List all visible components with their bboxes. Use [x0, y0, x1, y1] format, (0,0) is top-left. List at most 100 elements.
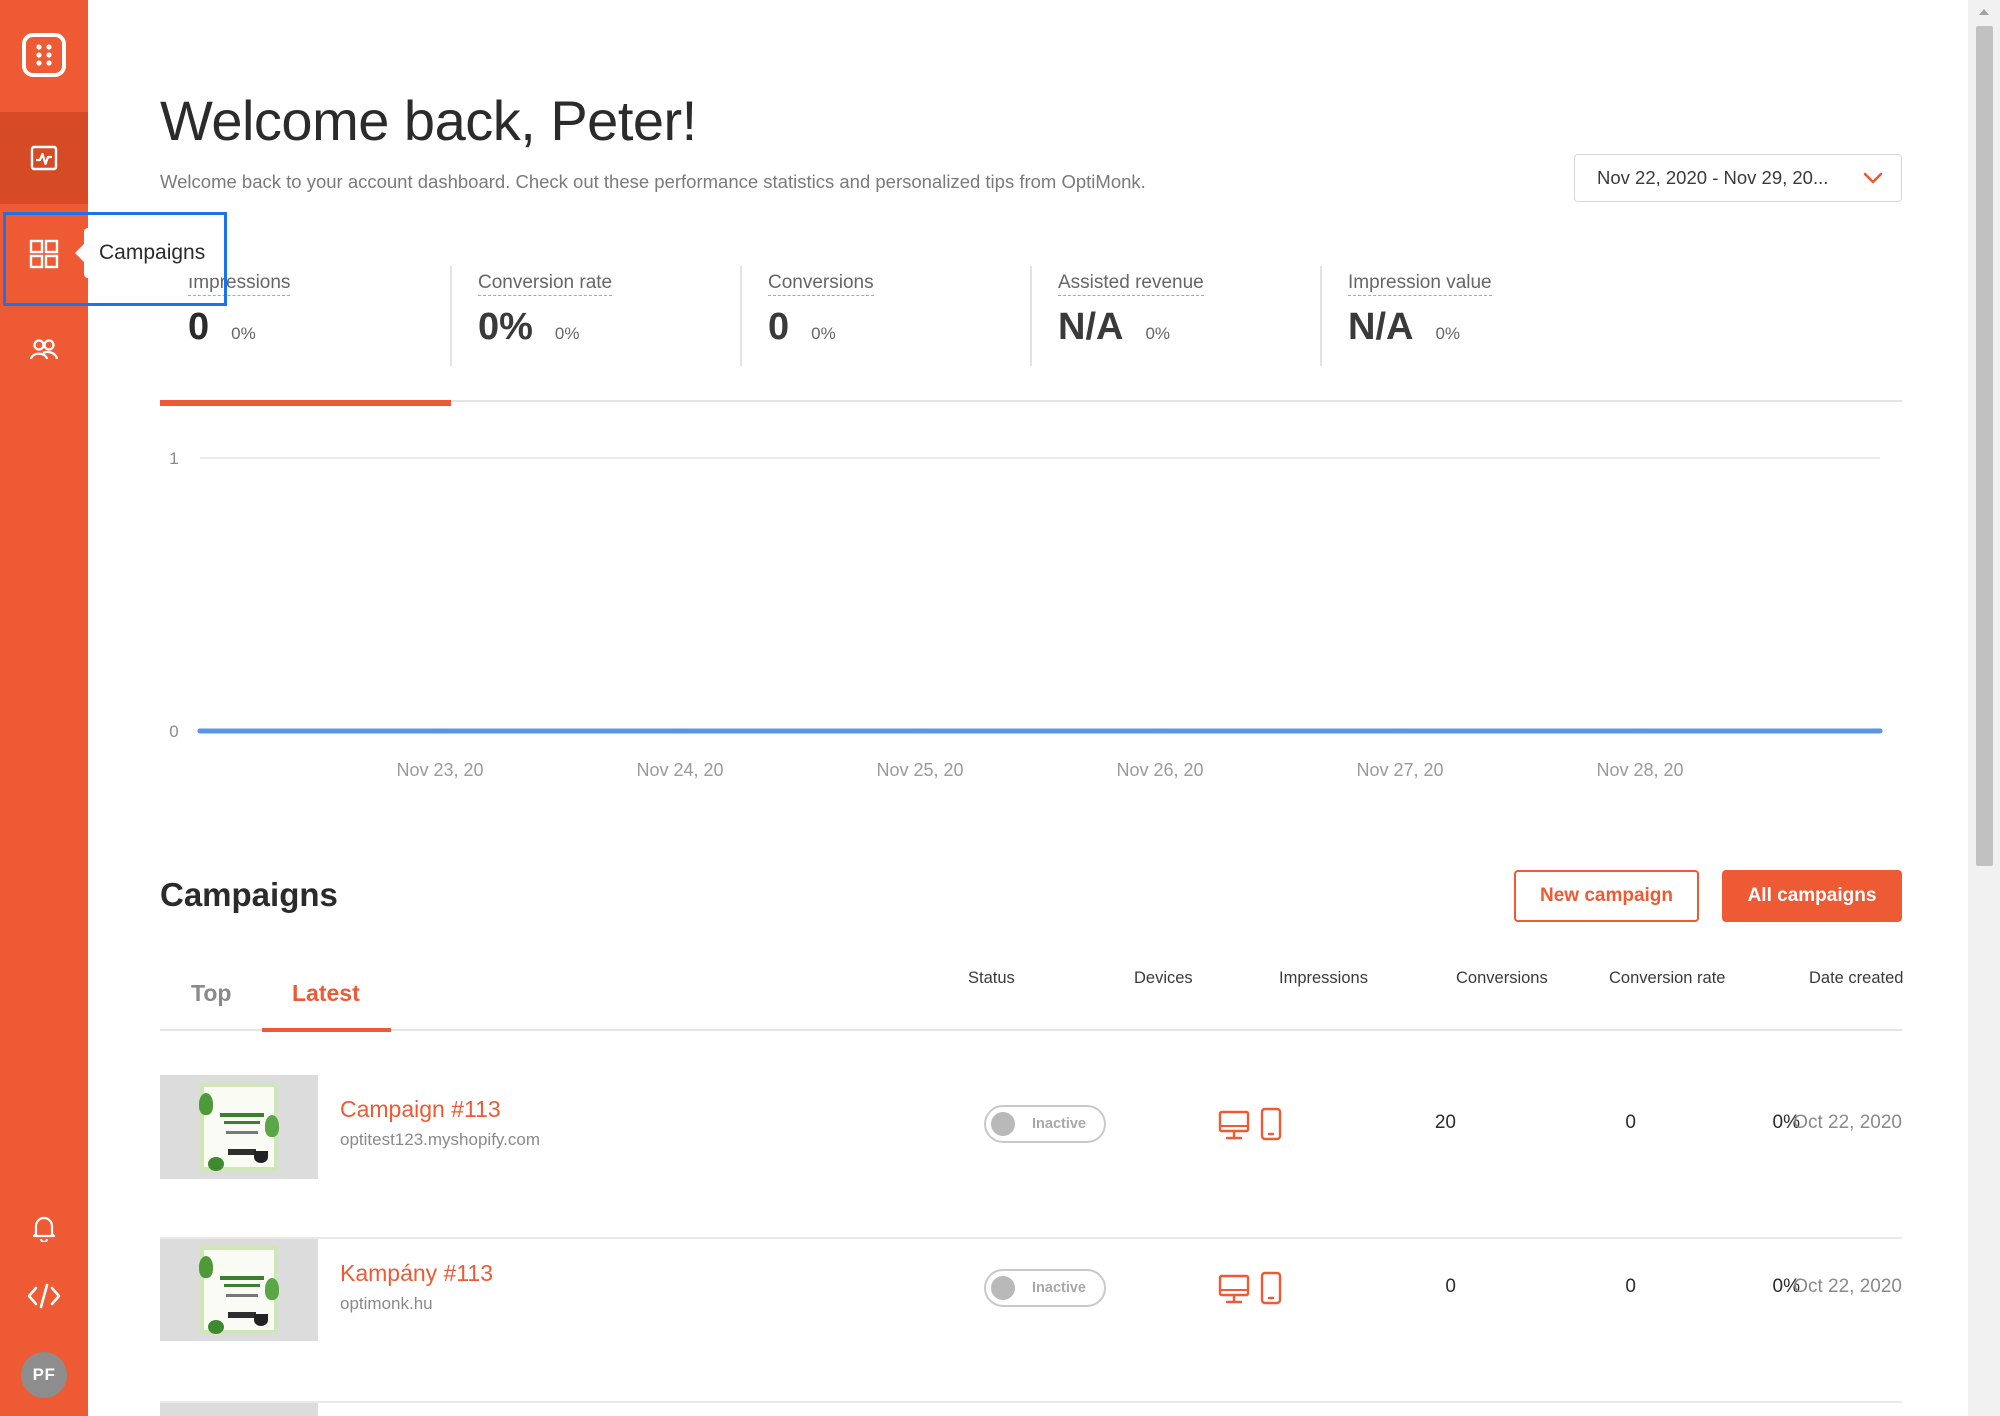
tab-latest[interactable]: Latest: [292, 980, 360, 1007]
campaign-thumbnail[interactable]: [160, 1075, 318, 1179]
optimonk-logo-icon[interactable]: [0, 0, 88, 110]
campaign-domain: optimonk.hu: [340, 1294, 433, 1313]
metric-change: 0%: [231, 324, 256, 343]
campaign-name-link[interactable]: Kampány #113: [340, 1260, 493, 1287]
scrollbar-thumb[interactable]: [1976, 26, 1993, 866]
popup-preview-image: [199, 1083, 279, 1171]
popup-preview-image: [199, 1246, 279, 1334]
metric-label: Conversion rate: [478, 272, 613, 296]
status-toggle[interactable]: Inactive: [984, 1269, 1106, 1307]
metric-change: 0%: [1145, 324, 1171, 343]
conversions-cell: 0: [1625, 1276, 1636, 1297]
users-icon: [29, 339, 59, 360]
metric-change: 0%: [1435, 324, 1461, 343]
table-row[interactable]: Kampány #113 optimonk.hu Inactive 0 0 0%…: [160, 1239, 1902, 1403]
data-point: [677, 728, 683, 734]
campaign-thumbnail[interactable]: [160, 1239, 318, 1341]
page-scrollbar[interactable]: [1968, 0, 2000, 1416]
metric-value: 0: [188, 306, 210, 348]
metric-assisted-revenue[interactable]: Assisted revenue N/A 0%: [1030, 266, 1320, 366]
metric-impressions[interactable]: Impressions 0 0%: [160, 266, 450, 366]
table-row[interactable]: [160, 1403, 1902, 1416]
data-point: [1877, 728, 1883, 734]
metric-conversion-rate[interactable]: Conversion rate 0% 0%: [450, 266, 740, 366]
app: PF Campaigns Welcome back, Peter! Welcom…: [0, 0, 2000, 1416]
code-icon: [27, 1283, 61, 1309]
metric-divider: [740, 266, 742, 366]
campaign-name-link[interactable]: Campaign #113: [340, 1096, 501, 1123]
y-tick-label: 1: [169, 449, 178, 468]
mobile-icon: [1260, 1107, 1282, 1141]
metric-divider: [1030, 266, 1032, 366]
tab-top[interactable]: Top: [191, 980, 231, 1007]
toggle-knob: [991, 1112, 1015, 1136]
metric-label: Assisted revenue: [1058, 272, 1204, 296]
date-created-cell: Oct 22, 2020: [1793, 1276, 1902, 1297]
metric-change: 0%: [554, 324, 580, 343]
grid-icon: [29, 239, 59, 269]
data-point: [197, 728, 203, 734]
status-toggle[interactable]: Inactive: [984, 1105, 1106, 1143]
metric-label: Conversions: [768, 272, 874, 296]
x-tick-label: Nov 28, 20: [1596, 760, 1683, 780]
analytics-icon: [30, 145, 58, 171]
date-range-value: Nov 22, 2020 - Nov 29, 20...: [1597, 167, 1829, 188]
scroll-up-arrow-icon[interactable]: [1978, 8, 1990, 16]
main-content: Welcome back, Peter! Welcome back to you…: [88, 0, 2000, 1416]
desktop-icon: [1218, 1274, 1250, 1304]
campaigns-tooltip: Campaigns: [75, 228, 218, 278]
x-tick-label: Nov 27, 20: [1356, 760, 1443, 780]
tab-divider: [160, 1029, 1902, 1031]
sidebar: PF: [0, 0, 88, 1416]
desktop-icon: [1218, 1110, 1250, 1140]
metrics-bar: Impressions 0 0% Conversion rate 0% 0% C…: [160, 266, 1902, 406]
metric-divider: [450, 266, 452, 366]
metric-divider: [1320, 266, 1322, 366]
sidebar-item-subscribers[interactable]: [0, 304, 88, 396]
all-campaigns-button[interactable]: All campaigns: [1722, 870, 1902, 922]
tab-active-indicator: [262, 1028, 391, 1032]
sidebar-item-code[interactable]: [0, 1250, 88, 1342]
date-range-picker[interactable]: Nov 22, 2020 - Nov 29, 20...: [1574, 154, 1902, 202]
tooltip-text: Campaigns: [99, 241, 206, 264]
metric-conversions[interactable]: Conversions 0 0%: [740, 266, 1030, 366]
metric-value: 0: [768, 306, 790, 348]
campaigns-heading: Campaigns: [160, 876, 338, 913]
column-header-date-created[interactable]: Date created: [1809, 969, 1903, 988]
column-header-impressions[interactable]: Impressions: [1279, 969, 1368, 988]
x-tick-label: Nov 24, 20: [636, 760, 723, 780]
data-point: [1157, 728, 1163, 734]
column-header-devices[interactable]: Devices: [1134, 969, 1193, 988]
chevron-down-icon: [1863, 172, 1883, 184]
bell-icon: [32, 1216, 56, 1242]
avatar[interactable]: PF: [21, 1352, 67, 1398]
status-label: Inactive: [1032, 1116, 1086, 1132]
campaign-thumbnail[interactable]: [160, 1403, 318, 1416]
metric-change: 0%: [811, 324, 836, 343]
campaign-domain: optitest123.myshopify.com: [340, 1130, 540, 1149]
page-subtitle: Welcome back to your account dashboard. …: [160, 171, 1146, 192]
data-point: [1397, 728, 1403, 734]
metric-value: N/A: [1348, 306, 1414, 348]
impressions-cell: 20: [1434, 1112, 1456, 1133]
data-point: [917, 728, 923, 734]
date-created-cell: Oct 22, 2020: [1793, 1112, 1902, 1133]
new-campaign-button[interactable]: New campaign: [1514, 870, 1699, 922]
x-tick-label: Nov 25, 20: [876, 760, 963, 780]
conversions-cell: 0: [1625, 1112, 1636, 1133]
table-row[interactable]: Campaign #113 optitest123.myshopify.com …: [160, 1075, 1902, 1239]
mobile-icon: [1260, 1271, 1282, 1305]
performance-chart: 0 1 Nov 23, 20 Nov 24, 20 Nov 25, 20 Nov 26, …: [160, 440, 1902, 790]
chart-svg: 0 1 Nov 23, 20 Nov 24, 20 Nov 25, 20 Nov 26, …: [169, 449, 1883, 780]
toggle-knob: [991, 1276, 1015, 1300]
sidebar-item-dashboard[interactable]: [0, 112, 88, 204]
column-header-conversions[interactable]: Conversions: [1456, 969, 1548, 988]
column-header-conversion-rate[interactable]: Conversion rate: [1609, 969, 1725, 988]
metric-value: N/A: [1058, 306, 1124, 348]
status-label: Inactive: [1032, 1280, 1086, 1296]
metric-label: Impression value: [1348, 272, 1492, 296]
metric-impression-value[interactable]: Impression value N/A 0%: [1320, 266, 1610, 366]
page-title: Welcome back, Peter!: [160, 89, 697, 152]
data-point: [437, 728, 443, 734]
column-header-status[interactable]: Status: [968, 969, 1015, 988]
